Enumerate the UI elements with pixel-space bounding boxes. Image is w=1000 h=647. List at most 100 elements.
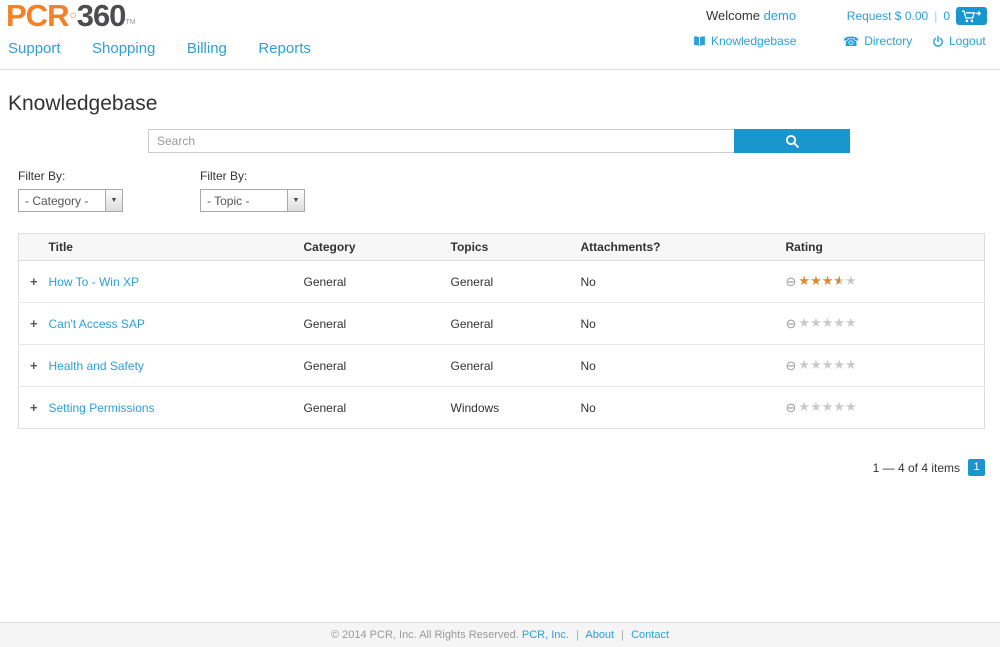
topics-cell: General xyxy=(451,303,581,345)
star-icon[interactable]: ★ xyxy=(810,399,822,414)
topic-filter-value: - Topic - xyxy=(201,194,287,208)
category-filter-value: - Category - xyxy=(19,194,105,208)
rating-cell: ⊖★★★★★ xyxy=(786,345,985,387)
main-nav: Support Shopping Billing Reports xyxy=(8,40,338,58)
kb-table-body: +How To - Win XPGeneralGeneralNo⊖★★★★★★+… xyxy=(19,261,985,429)
table-row: +Setting PermissionsGeneralWindowsNo⊖★★★… xyxy=(19,387,985,429)
star-icon[interactable]: ★ xyxy=(845,273,857,288)
phone-icon: ☎ xyxy=(843,35,859,48)
rating-cell: ⊖★★★★★ xyxy=(786,303,985,345)
nav-item-support[interactable]: Support xyxy=(8,40,61,57)
clear-rating-icon[interactable]: ⊖ xyxy=(786,316,797,331)
clear-rating-icon[interactable]: ⊖ xyxy=(786,400,797,415)
expand-row-button[interactable]: + xyxy=(30,400,38,415)
knowledgebase-table: Title Category Topics Attachments? Ratin… xyxy=(18,233,985,429)
request-count-link[interactable]: 0 xyxy=(943,9,950,23)
logo-pcr-text: PCR xyxy=(6,0,68,33)
table-row: +How To - Win XPGeneralGeneralNo⊖★★★★★★ xyxy=(19,261,985,303)
username-link[interactable]: demo xyxy=(764,8,797,23)
category-filter-select[interactable]: - Category - ▼ xyxy=(18,189,123,212)
nav-item-shopping[interactable]: Shopping xyxy=(92,40,155,57)
star-icon[interactable]: ★ xyxy=(822,273,834,288)
star-icon[interactable]: ★ xyxy=(798,315,810,330)
pcr360-logo: PCR○360TM xyxy=(6,0,136,34)
star-icon[interactable]: ★ xyxy=(845,357,857,372)
footer-separator: | xyxy=(621,629,624,641)
column-header-title: Title xyxy=(49,234,304,261)
table-row: +Can't Access SAPGeneralGeneralNo⊖★★★★★ xyxy=(19,303,985,345)
footer-link-pcr[interactable]: PCR, Inc. xyxy=(522,629,569,641)
copyright-text: © 2014 PCR, Inc. All Rights Reserved. xyxy=(331,629,519,641)
power-icon xyxy=(932,35,944,48)
star-icon[interactable]: ★ xyxy=(798,399,810,414)
category-filter-label: Filter By: xyxy=(18,169,123,183)
column-header-topics: Topics xyxy=(451,234,581,261)
category-cell: General xyxy=(304,303,451,345)
page-number-button[interactable]: 1 xyxy=(968,459,985,476)
clear-rating-icon[interactable]: ⊖ xyxy=(786,274,797,289)
star-icon[interactable]: ★ xyxy=(833,399,845,414)
nav-item-billing[interactable]: Billing xyxy=(187,40,227,57)
star-icon[interactable]: ★ xyxy=(833,357,845,372)
expand-column-header xyxy=(19,234,49,261)
chevron-down-icon: ▼ xyxy=(105,190,122,211)
star-icon[interactable]: ★ xyxy=(833,315,845,330)
logout-quicklink[interactable]: Logout xyxy=(932,34,986,48)
topic-filter: Filter By: - Topic - ▼ xyxy=(200,169,305,212)
knowledgebase-quicklink[interactable]: Knowledgebase xyxy=(693,34,796,48)
welcome-text: Welcome demo xyxy=(706,8,796,23)
article-title-link[interactable]: How To - Win XP xyxy=(49,275,139,289)
article-title-link[interactable]: Health and Safety xyxy=(49,359,144,373)
search-button[interactable] xyxy=(734,129,850,153)
search-input[interactable] xyxy=(148,129,734,153)
column-header-rating: Rating xyxy=(786,234,985,261)
category-cell: General xyxy=(304,387,451,429)
category-cell: General xyxy=(304,345,451,387)
star-icon[interactable]: ★ xyxy=(822,315,834,330)
star-icon[interactable]: ★ xyxy=(798,357,810,372)
star-icon[interactable]: ★ xyxy=(822,399,834,414)
filters: Filter By: - Category - ▼ Filter By: - T… xyxy=(18,169,1000,212)
footer-link-contact[interactable]: Contact xyxy=(631,629,669,641)
nav-item-reports[interactable]: Reports xyxy=(258,40,311,57)
topic-filter-label: Filter By: xyxy=(200,169,305,183)
star-icon[interactable]: ★ xyxy=(822,357,834,372)
star-icon[interactable]: ★ xyxy=(845,315,857,330)
star-half-icon[interactable]: ★★ xyxy=(833,273,845,289)
star-icon[interactable]: ★ xyxy=(810,357,822,372)
article-title-link[interactable]: Setting Permissions xyxy=(49,401,155,415)
attachments-cell: No xyxy=(581,261,786,303)
directory-quicklink[interactable]: ☎ Directory xyxy=(843,34,912,48)
pagination-summary: 1 — 4 of 4 items xyxy=(873,461,960,475)
search-bar xyxy=(148,129,850,153)
expand-row-button[interactable]: + xyxy=(30,358,38,373)
request-summary: Request $ 0.00 | 0 xyxy=(847,7,987,25)
clear-rating-icon[interactable]: ⊖ xyxy=(786,358,797,373)
page-title: Knowledgebase xyxy=(8,92,1000,116)
footer: © 2014 PCR, Inc. All Rights Reserved. PC… xyxy=(0,622,1000,647)
expand-row-button[interactable]: + xyxy=(30,316,38,331)
category-cell: General xyxy=(304,261,451,303)
chevron-down-icon: ▼ xyxy=(287,190,304,211)
star-icon[interactable]: ★ xyxy=(845,399,857,414)
rating-cell: ⊖★★★★★ xyxy=(786,387,985,429)
request-total-link[interactable]: Request $ 0.00 xyxy=(847,9,928,23)
book-icon xyxy=(693,35,706,48)
expand-row-button[interactable]: + xyxy=(30,274,38,289)
topics-cell: General xyxy=(451,261,581,303)
header: PCR○360TM Support Shopping Billing Repor… xyxy=(0,0,1000,70)
star-icon[interactable]: ★ xyxy=(810,273,822,288)
footer-link-about[interactable]: About xyxy=(585,629,614,641)
logout-quicklink-label[interactable]: Logout xyxy=(949,34,986,48)
cart-button[interactable] xyxy=(956,7,987,25)
article-title-link[interactable]: Can't Access SAP xyxy=(49,317,145,331)
knowledgebase-quicklink-label[interactable]: Knowledgebase xyxy=(711,34,796,48)
topics-cell: General xyxy=(451,345,581,387)
star-icon[interactable]: ★ xyxy=(810,315,822,330)
directory-quicklink-label[interactable]: Directory xyxy=(864,34,912,48)
star-icon[interactable]: ★ xyxy=(798,273,810,288)
table-header-row: Title Category Topics Attachments? Ratin… xyxy=(19,234,985,261)
column-header-attachments: Attachments? xyxy=(581,234,786,261)
attachments-cell: No xyxy=(581,345,786,387)
topic-filter-select[interactable]: - Topic - ▼ xyxy=(200,189,305,212)
